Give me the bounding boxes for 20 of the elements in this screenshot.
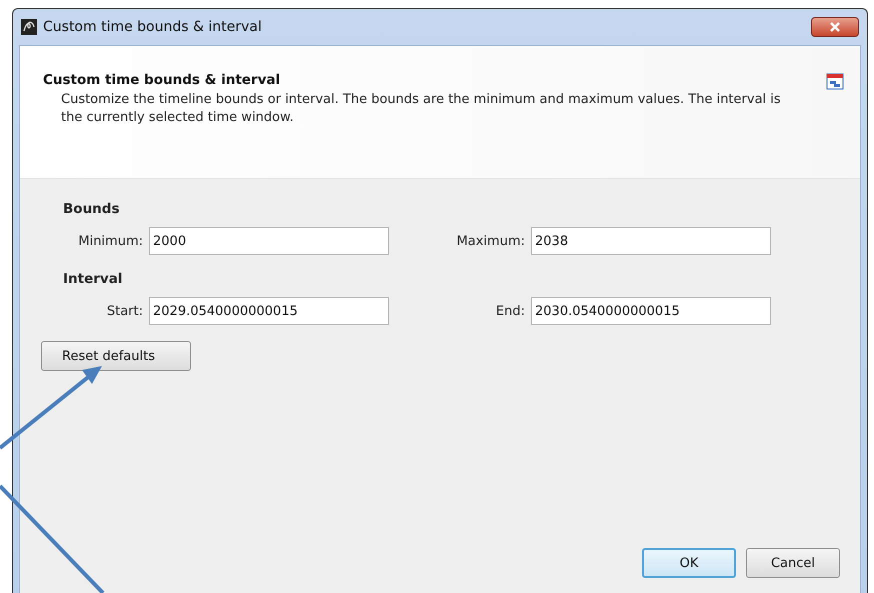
text-field[interactable]: 2029.0540000000015 [149, 297, 389, 325]
text-field[interactable]: 2030.0540000000015 [531, 297, 771, 325]
text-field[interactable]: 2038 [531, 227, 771, 255]
field-label: Maximum: [456, 234, 525, 248]
app-icon [21, 19, 37, 35]
dialog-description: Customize the timeline bounds or interval. The bounds are the minimum and maximum values. The interval is the currently selected time window. [61, 91, 782, 127]
close-icon [829, 22, 841, 32]
reset-defaults-button[interactable]: Reset defaults [41, 341, 191, 371]
section-heading: Bounds [63, 201, 120, 217]
text-field[interactable]: 2000 [149, 227, 389, 255]
field-label: Minimum: [77, 234, 143, 248]
section-heading: Interval [63, 271, 124, 287]
dialog-heading: Custom time bounds & interval [43, 72, 282, 88]
field-label: Start: [106, 304, 143, 318]
close-button[interactable] [811, 17, 859, 37]
cancel-button[interactable]: Cancel [746, 548, 840, 578]
field-label: End: [494, 304, 525, 318]
calendar-icon [826, 72, 844, 90]
window-title: Custom time bounds & interval [43, 19, 263, 35]
ok-button[interactable]: OK [642, 548, 736, 578]
